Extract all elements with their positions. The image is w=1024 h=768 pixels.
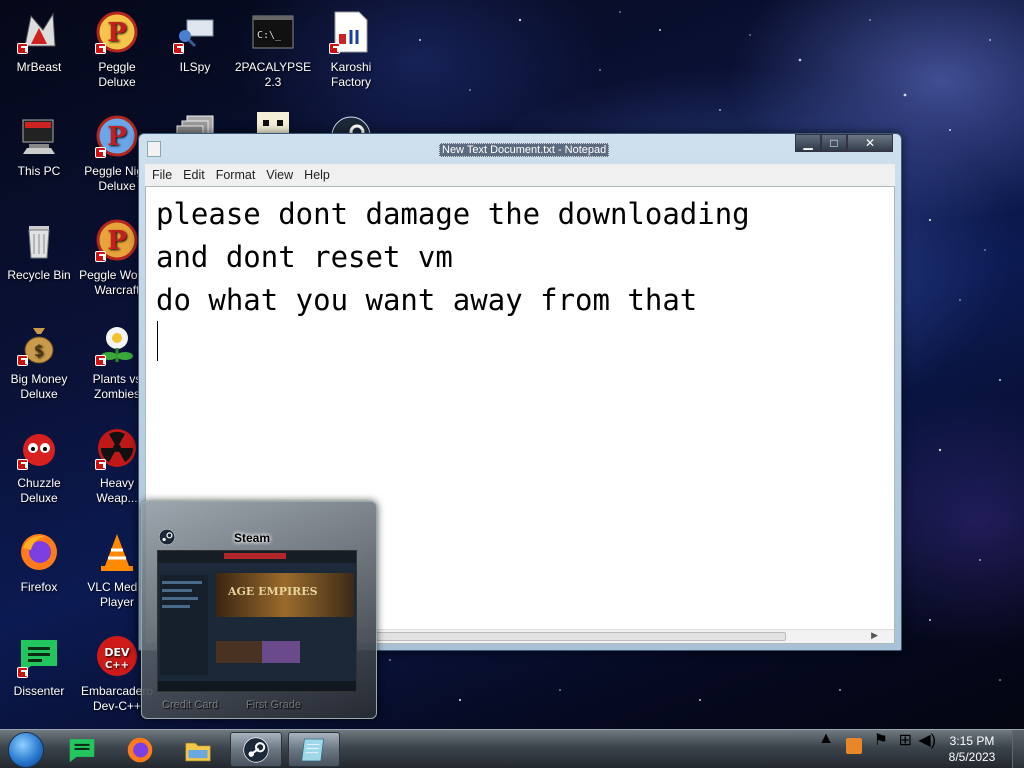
- menu-format[interactable]: Format: [213, 168, 264, 182]
- svg-text:C++: C++: [105, 660, 129, 671]
- karoshi-icon: [327, 8, 375, 56]
- desktop-icon-mrbeast[interactable]: MrBeast: [0, 8, 78, 75]
- steam-icon: [159, 529, 175, 545]
- ilspy-icon: [171, 8, 219, 56]
- taskbar-dissenter[interactable]: [56, 732, 108, 767]
- text-caret: [157, 321, 158, 361]
- desktop-icon-chuzzle[interactable]: Chuzzle Deluxe: [0, 424, 78, 506]
- computer-icon: [15, 112, 63, 160]
- behind-label-2: First Grade: [246, 699, 302, 711]
- desktop-icon-label: ILSpy: [179, 60, 211, 74]
- taskbar-steam[interactable]: [230, 732, 282, 767]
- firefox-icon: [15, 528, 63, 576]
- flag-icon[interactable]: ⚑: [874, 730, 888, 768]
- vlc-cone-icon: [93, 528, 141, 576]
- plant-icon: [93, 320, 141, 368]
- start-button[interactable]: [8, 732, 44, 768]
- svg-text:$: $: [34, 341, 44, 360]
- window-title: New Text Document.txt - Notepad: [439, 143, 610, 157]
- taskbar-file-explorer[interactable]: [172, 732, 224, 767]
- clock-date: 8/5/2023: [948, 750, 996, 764]
- money-bag-icon: $: [15, 320, 63, 368]
- peggle-icon: P: [93, 8, 141, 56]
- recycle-bin-icon: [15, 216, 63, 264]
- maximize-button[interactable]: □: [821, 134, 847, 152]
- banner-text: AGE EMPIRES: [228, 585, 318, 598]
- menu-view[interactable]: View: [263, 168, 301, 182]
- behind-label-1: Credit Card: [162, 699, 219, 711]
- tray-app-icon[interactable]: [846, 738, 862, 754]
- desktop-icon-label: Peggle Deluxe: [98, 60, 136, 89]
- svg-text:DEV: DEV: [104, 646, 130, 659]
- chuzzle-icon: [15, 424, 63, 472]
- scroll-right-arrow-icon[interactable]: ▶: [871, 630, 878, 641]
- clock-time: 3:15 PM: [949, 734, 995, 748]
- radiation-icon: [93, 424, 141, 472]
- notepad-titlebar[interactable]: New Text Document.txt - Notepad ▁ □ ✕: [139, 134, 901, 164]
- desktop-icon-label: 2PACALYPSE 2.3: [234, 60, 312, 89]
- system-clock[interactable]: 3:15 PM 8/5/2023: [942, 733, 1002, 765]
- devcpp-icon: DEV C++: [93, 632, 141, 680]
- svg-text:P: P: [107, 122, 127, 152]
- steam-window-thumbnail[interactable]: AGE EMPIRES: [157, 550, 357, 692]
- folder-icon: [185, 742, 211, 761]
- close-button[interactable]: ✕: [847, 134, 893, 152]
- svg-text:C:\_: C:\_: [257, 30, 282, 41]
- notepad-app-icon[interactable]: [147, 141, 161, 157]
- desktop-icon-label: Karoshi Factory: [330, 60, 372, 89]
- terminal-icon: C:\_: [249, 8, 297, 56]
- desktop-icon-label: This PC: [17, 164, 61, 178]
- desktop-icon-dissenter[interactable]: Dissenter: [0, 632, 78, 699]
- desktop-icon-2pacalypse[interactable]: C:\_ 2PACALYPSE 2.3: [234, 8, 312, 90]
- desktop-icon-label: Dissenter: [13, 684, 65, 698]
- menu-file[interactable]: File: [149, 168, 180, 182]
- volume-icon[interactable]: ◀): [918, 730, 936, 768]
- svg-text:P: P: [107, 226, 127, 256]
- peggle-icon: P: [93, 216, 141, 264]
- desktop-icon-label: Big Money Deluxe: [10, 372, 68, 401]
- steam-icon: [243, 736, 269, 763]
- desktop-icon-firefox[interactable]: Firefox: [0, 528, 78, 595]
- scrollbar-thumb[interactable]: [376, 632, 786, 641]
- menu-edit[interactable]: Edit: [180, 168, 213, 182]
- steam-taskbar-preview[interactable]: Steam AGE EMPIRES Credit Card First Grad…: [141, 501, 377, 719]
- minimize-button[interactable]: ▁: [795, 134, 821, 152]
- dissenter-icon: [69, 738, 95, 762]
- desktop-icon-label: Heavy Weap...: [96, 476, 138, 505]
- desktop-icon-recycle-bin[interactable]: Recycle Bin: [0, 216, 78, 283]
- network-icon[interactable]: ⊞: [899, 730, 912, 768]
- desktop-icon-peggle-deluxe[interactable]: P Peggle Deluxe: [78, 8, 156, 90]
- notepad-icon: [301, 738, 324, 761]
- menu-bar: File Edit Format View Help: [145, 164, 895, 186]
- desktop-icon-label: MrBeast: [16, 60, 62, 74]
- document-text[interactable]: please dont damage the downloading and d…: [156, 193, 874, 322]
- mrbeast-icon: [15, 8, 63, 56]
- show-desktop-button[interactable]: [1012, 730, 1024, 768]
- dissenter-icon: [15, 632, 63, 680]
- taskbar-notepad[interactable]: [288, 732, 340, 767]
- taskbar-firefox[interactable]: [114, 732, 166, 767]
- menu-help[interactable]: Help: [301, 168, 338, 182]
- preview-title: Steam: [234, 531, 271, 545]
- desktop-icon-ilspy[interactable]: ILSpy: [156, 8, 234, 75]
- desktop-icon-karoshi[interactable]: Karoshi Factory: [312, 8, 390, 90]
- desktop-icon-label: Firefox: [20, 580, 58, 594]
- desktop-icon-big-money[interactable]: $ Big Money Deluxe: [0, 320, 78, 402]
- desktop-icon-label: Chuzzle Deluxe: [17, 476, 61, 505]
- peggle-icon: P: [93, 112, 141, 160]
- taskbar: ▲ ⚑ ⊞ ◀) 3:15 PM 8/5/2023: [0, 729, 1024, 768]
- desktop-icon-label: Plants vs Zombies: [92, 372, 142, 401]
- desktop-icon-this-pc[interactable]: This PC: [0, 112, 78, 179]
- show-hidden-icons-button[interactable]: ▲: [818, 730, 834, 768]
- firefox-icon: [127, 737, 153, 762]
- desktop-icon-label: Recycle Bin: [7, 268, 71, 282]
- svg-text:P: P: [107, 18, 127, 48]
